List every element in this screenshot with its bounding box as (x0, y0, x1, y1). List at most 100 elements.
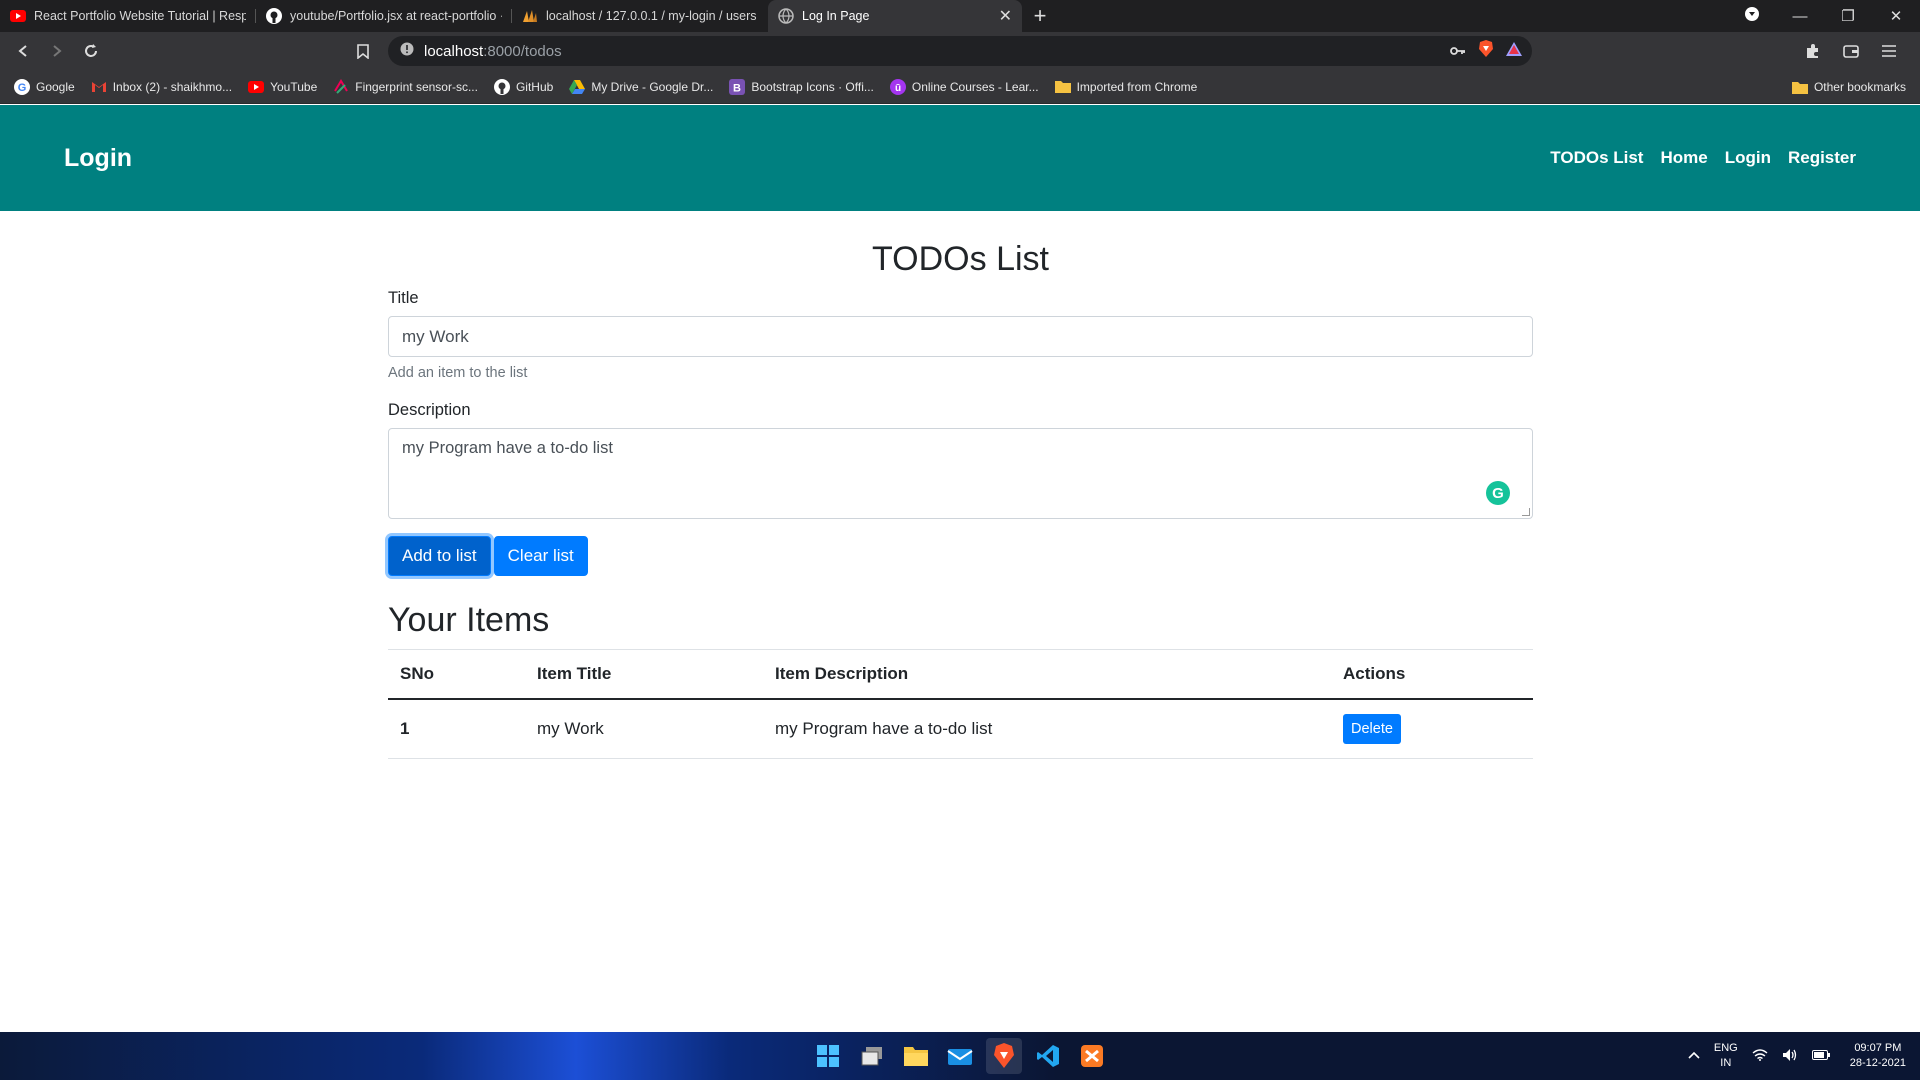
other-bookmarks-label: Other bookmarks (1813, 80, 1906, 94)
nav-link-home[interactable]: Home (1660, 148, 1707, 168)
minimize-icon[interactable]: — (1776, 8, 1824, 25)
bookmark-label: My Drive - Google Dr... (591, 79, 714, 94)
forward-icon[interactable] (40, 34, 74, 68)
navbar-brand[interactable]: Login (64, 144, 132, 173)
grammarly-icon[interactable]: G (1486, 481, 1510, 505)
file-explorer-icon[interactable] (898, 1038, 934, 1074)
restore-icon[interactable]: ❐ (1824, 7, 1872, 25)
fingerprint-icon (333, 78, 349, 95)
title-help-text: Add an item to the list (388, 365, 528, 381)
bookmark-label: Fingerprint sensor-sc... (355, 79, 478, 94)
volume-icon[interactable] (1782, 1048, 1798, 1065)
info-icon[interactable] (400, 42, 414, 60)
column-header-actions: Actions (1331, 649, 1533, 700)
globe-icon (778, 8, 794, 24)
key-icon[interactable] (1450, 43, 1466, 60)
system-tray: ENG IN 09:07 PM 28-12-2021 (1688, 1032, 1906, 1080)
tab-3[interactable]: localhost / 127.0.0.1 / my-login / users… (512, 0, 768, 32)
wallet-icon[interactable] (1834, 34, 1868, 68)
tab-1[interactable]: React Portfolio Website Tutorial | Respo… (0, 0, 256, 32)
xampp-icon[interactable] (1074, 1038, 1110, 1074)
brave-browser-icon[interactable] (986, 1038, 1022, 1074)
bookmark-bootstrap[interactable]: B Bootstrap Icons · Offi... (729, 78, 874, 95)
close-tab-icon[interactable]: ✕ (999, 6, 1012, 26)
youtube-icon (10, 8, 26, 24)
language-indicator[interactable]: ENG IN (1714, 1041, 1738, 1071)
gmail-icon (91, 79, 107, 95)
bookmark-fingerprint[interactable]: Fingerprint sensor-sc... (333, 78, 478, 95)
phpmyadmin-icon (522, 8, 538, 24)
brave-rewards-icon[interactable] (1506, 42, 1522, 60)
folder-icon (1054, 79, 1071, 95)
bootstrap-icon: B (729, 78, 746, 95)
svg-text:ū: ū (895, 83, 901, 94)
description-label: Description (388, 401, 471, 419)
description-text: my Program have a to-do list (402, 439, 613, 457)
bookmarks-bar: G Google Inbox (2) - shaikhmo... YouTube… (0, 70, 1920, 104)
svg-text:B: B (733, 82, 741, 94)
close-window-icon[interactable]: ✕ (1872, 7, 1920, 25)
back-icon[interactable] (6, 34, 40, 68)
bookmark-udemy[interactable]: ū Online Courses - Lear... (889, 78, 1039, 95)
bookmark-github[interactable]: GitHub (493, 78, 553, 95)
tab-strip: React Portfolio Website Tutorial | Respo… (0, 0, 1920, 32)
clear-list-button[interactable]: Clear list (493, 536, 588, 576)
table-row: 1 my Work my Program have a to-do list D… (388, 699, 1533, 759)
youtube-icon (248, 79, 265, 95)
chevron-up-icon[interactable] (1688, 1050, 1700, 1062)
title-input[interactable]: my Work (388, 316, 1533, 357)
region-code: IN (1720, 1057, 1732, 1069)
start-icon[interactable] (810, 1038, 846, 1074)
tab-title: youtube/Portfolio.jsx at react-portfolio… (290, 9, 502, 23)
window-controls: — ❐ ✕ (1728, 0, 1920, 32)
brave-menu-icon[interactable] (1728, 6, 1776, 26)
description-textarea[interactable]: my Program have a to-do list G (388, 428, 1533, 519)
items-heading: Your Items (388, 601, 550, 639)
bookmark-label: Inbox (2) - shaikhmo... (112, 79, 233, 94)
items-table: SNo Item Title Item Description Actions … (388, 649, 1533, 759)
clock-time: 09:07 PM (1854, 1042, 1902, 1054)
page-title: TODOs List (872, 240, 1049, 278)
battery-icon[interactable] (1811, 1049, 1830, 1063)
task-view-icon[interactable] (854, 1038, 890, 1074)
bookmark-label: Bootstrap Icons · Offi... (751, 79, 874, 94)
cell-description: my Program have a to-do list (763, 699, 1331, 759)
column-header-sno: SNo (388, 649, 525, 700)
brave-shields-icon[interactable] (1478, 40, 1494, 62)
bookmark-icon[interactable] (346, 34, 380, 68)
delete-button[interactable]: Delete (1343, 714, 1401, 744)
menu-icon[interactable] (1872, 34, 1906, 68)
new-tab-icon[interactable]: + (1022, 0, 1058, 32)
drive-icon (569, 79, 586, 95)
other-bookmarks[interactable]: Other bookmarks (1791, 70, 1906, 104)
bookmark-folder-imported[interactable]: Imported from Chrome (1054, 79, 1198, 95)
add-to-list-button[interactable]: Add to list (388, 536, 491, 576)
omnibox-actions (1450, 36, 1522, 66)
google-icon: G (14, 78, 30, 95)
reload-icon[interactable] (74, 34, 108, 68)
bookmark-google[interactable]: G Google (14, 78, 75, 95)
mail-icon[interactable] (942, 1038, 978, 1074)
nav-link-login[interactable]: Login (1725, 148, 1771, 168)
tab-2[interactable]: youtube/Portfolio.jsx at react-portfolio… (256, 0, 512, 32)
column-header-title: Item Title (525, 649, 763, 700)
extensions-icon[interactable] (1796, 34, 1830, 68)
tab-title: Log In Page (802, 9, 870, 23)
navbar: Login TODOs List Home Login Register (0, 105, 1920, 211)
toolbar-right (1796, 34, 1906, 68)
bookmark-drive[interactable]: My Drive - Google Dr... (569, 79, 713, 95)
bookmark-gmail[interactable]: Inbox (2) - shaikhmo... (91, 79, 232, 95)
vscode-icon[interactable] (1030, 1038, 1066, 1074)
address-bar[interactable]: localhost:8000/todos (388, 36, 1532, 66)
resize-handle-icon[interactable] (1522, 508, 1530, 516)
tab-title: localhost / 127.0.0.1 / my-login / users… (546, 9, 758, 23)
nav-link-todos[interactable]: TODOs List (1550, 148, 1643, 168)
nav-link-register[interactable]: Register (1788, 148, 1856, 168)
tab-title: React Portfolio Website Tutorial | Respo… (34, 9, 246, 23)
wifi-icon[interactable] (1752, 1048, 1768, 1064)
udemy-icon: ū (889, 78, 906, 95)
bookmark-label: Imported from Chrome (1076, 79, 1198, 94)
bookmark-youtube[interactable]: YouTube (248, 79, 317, 95)
clock[interactable]: 09:07 PM 28-12-2021 (1850, 1041, 1906, 1071)
tab-active[interactable]: Log In Page ✕ (768, 0, 1022, 32)
